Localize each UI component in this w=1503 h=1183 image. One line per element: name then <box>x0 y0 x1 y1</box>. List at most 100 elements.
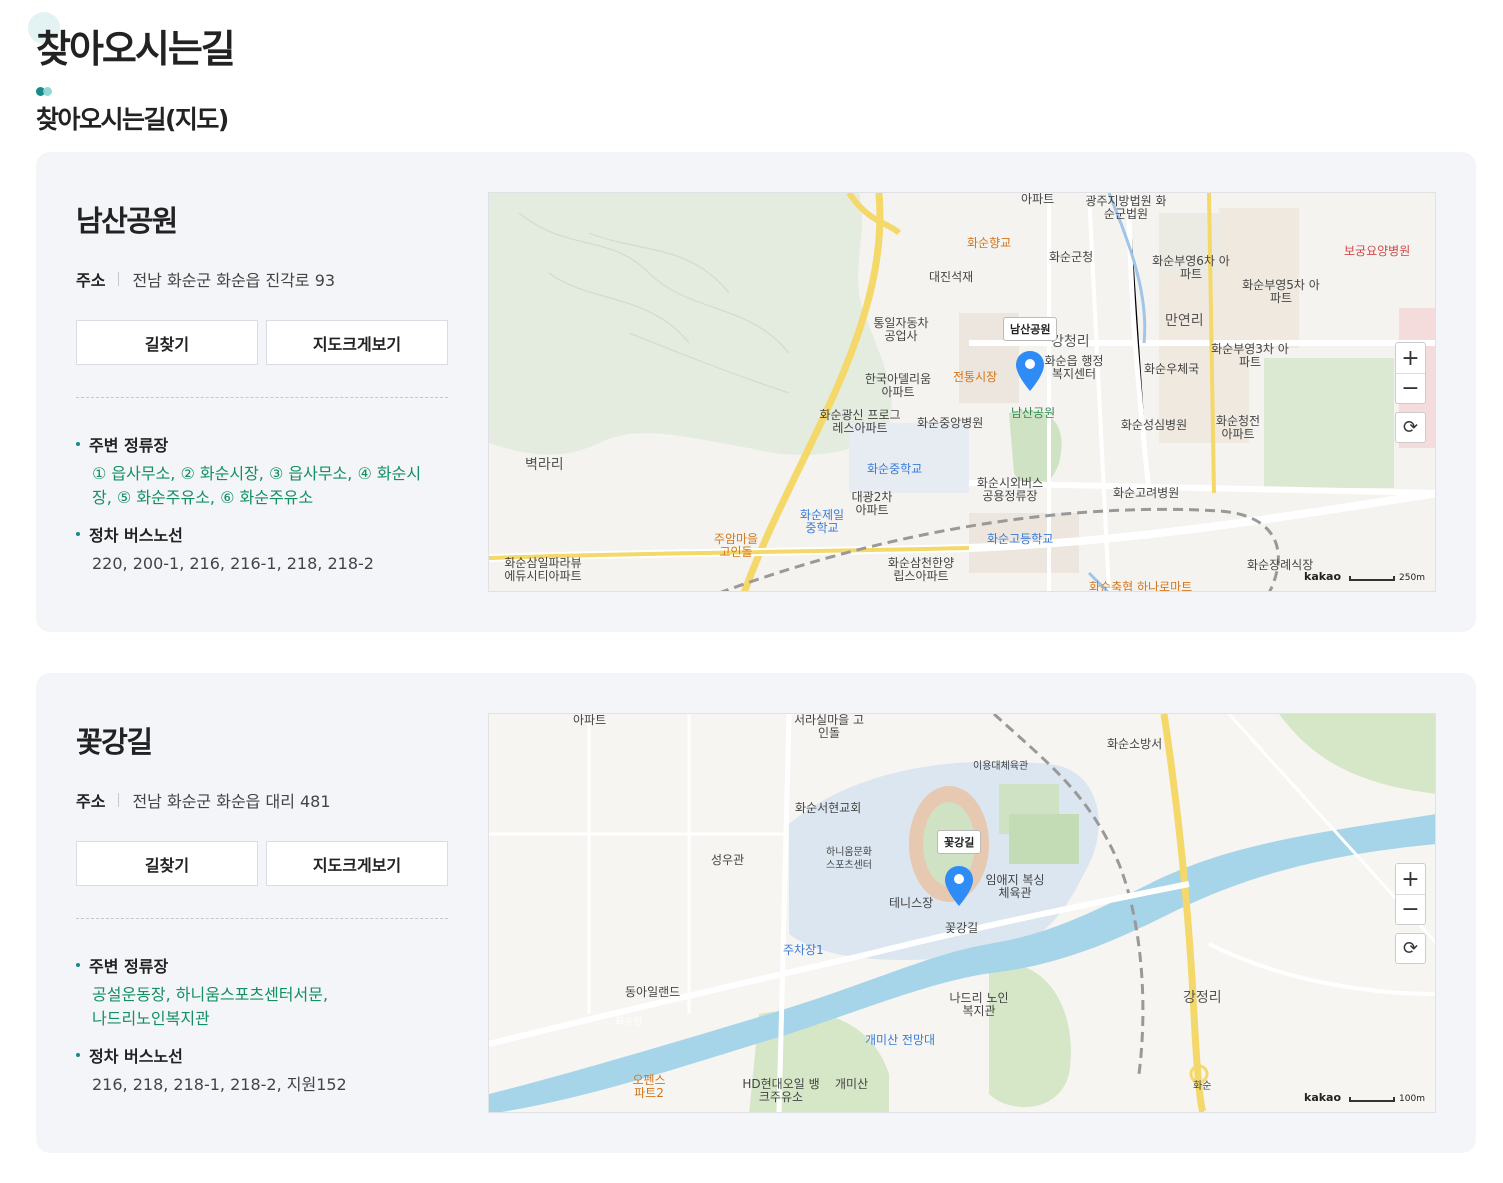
map-label: 화순우체국 <box>1144 362 1200 376</box>
transit-info: 주변 정류장 공설운동장, 하니움스포츠센터서문, 나드리노인복지관 정차 버스… <box>76 953 456 1097</box>
map-label: 화순고려병원 <box>1113 486 1180 500</box>
map-label: 아파트 <box>573 713 607 727</box>
map-background <box>489 193 1435 591</box>
map-kkotgang[interactable]: 서라실마을 고인돌 아파트 화순소방서 이용대체육관 화순서현교회 하니움문화 … <box>488 713 1436 1113</box>
map-label: HD현대오일 뱅크주유소 <box>742 1077 820 1104</box>
map-attribution: kakao 250m <box>1304 570 1425 583</box>
map-label: 화순 <box>1193 1081 1212 1092</box>
map-marker-label: 남산공원 <box>1003 317 1058 341</box>
map-label: 화순광신 프로그레스아파트 <box>819 408 901 435</box>
map-label: 한국아델리움 아파트 <box>864 372 932 399</box>
location-name: 꽃강길 <box>76 725 153 759</box>
map-label: 벽라리 <box>525 457 564 473</box>
map-label: 대진석재 <box>929 270 974 284</box>
map-label: 동아일랜드 <box>625 985 681 999</box>
view-large-map-button[interactable]: 지도크게보기 <box>266 841 448 886</box>
map-label: 화순성심병원 <box>1120 418 1188 432</box>
map-label: 꽃강길 <box>945 921 979 935</box>
address-label: 주소 <box>76 792 106 811</box>
zoom-control: + − <box>1395 342 1426 404</box>
map-label: 만연리 <box>1165 313 1204 329</box>
map-label: 화순중앙병원 <box>917 416 984 430</box>
map-label: 하니움문화 스포츠센터 <box>826 847 872 871</box>
map-label: 개미산 전망대 <box>865 1033 936 1047</box>
map-namsan[interactable]: 화순향교 화순군청 대진석재 통일자동차 공업사 광주지방법원 화순군법원 아파… <box>488 192 1436 592</box>
directions-button[interactable]: 길찾기 <box>76 320 258 365</box>
section-subtitle: 찾아오시는길(지도) <box>36 105 229 134</box>
address-row: 주소 전남 화순군 화순읍 진각로 93 <box>76 267 335 291</box>
zoom-out-button[interactable]: − <box>1396 373 1425 403</box>
map-label: 화순향교 <box>967 236 1012 250</box>
map-background <box>489 714 1435 1112</box>
address-row: 주소 전남 화순군 화순읍 대리 481 <box>76 788 331 812</box>
scale-bar <box>1349 1097 1396 1102</box>
map-label: 남산공원 <box>1011 406 1056 420</box>
map-label: 개미산 <box>835 1077 869 1091</box>
view-large-map-button[interactable]: 지도크게보기 <box>266 320 448 365</box>
bullet-icon <box>76 1053 80 1057</box>
kakao-logo: kakao <box>1304 1091 1342 1104</box>
map-label: 오펜스 파트2 <box>632 1073 666 1100</box>
routes-heading: 정차 버스노선 <box>76 522 456 546</box>
location-name: 남산공원 <box>76 204 178 238</box>
map-label: 화순시외버스 공용정류장 <box>976 476 1044 503</box>
map-label: 보궁요양병원 <box>1344 244 1411 258</box>
map-label: 화순서현교회 <box>795 801 862 815</box>
divider <box>76 918 448 919</box>
map-label: 화순고등학교 <box>987 532 1054 546</box>
transit-info: 주변 정류장 ① 읍사무소, ② 화순시장, ③ 읍사무소, ④ 화순시장, ⑤… <box>76 432 456 576</box>
routes-list: 220, 200-1, 216, 216-1, 218, 218-2 <box>92 554 374 573</box>
map-label: 대광2차 아파트 <box>851 490 893 517</box>
zoom-out-button[interactable]: − <box>1396 894 1425 924</box>
zoom-control: + − <box>1395 863 1426 925</box>
scale-value: 100m <box>1399 1094 1425 1104</box>
map-label: 화순제일 중학교 <box>799 508 845 535</box>
scale-value: 250m <box>1399 573 1425 583</box>
map-label: 주차장1 <box>783 943 824 957</box>
zoom-in-button[interactable]: + <box>1396 343 1425 373</box>
divider <box>76 397 448 398</box>
address-separator <box>118 272 120 286</box>
map-label: 광주지방법원 화순군법원 <box>1085 194 1167 221</box>
map-label: 전통시장 <box>953 370 998 384</box>
map-label: 이용대체육관 <box>973 761 1029 772</box>
kakao-logo: kakao <box>1304 570 1342 583</box>
map-label: 강정리 <box>1183 990 1222 1006</box>
map-marker-icon[interactable] <box>945 866 973 906</box>
address-separator <box>118 793 120 807</box>
map-label: 화순부영5차 아파트 <box>1242 278 1320 305</box>
map-label: 성우관 <box>711 853 745 867</box>
scale-bar <box>1349 576 1396 581</box>
subtitle-dots <box>36 87 54 96</box>
map-label: 화순천 <box>615 1017 643 1028</box>
map-label: 임애지 복싱 체육관 <box>985 873 1045 900</box>
map-attribution: kakao 100m <box>1304 1091 1425 1104</box>
address-value: 전남 화순군 화순읍 대리 481 <box>132 792 331 811</box>
stops-heading: 주변 정류장 <box>76 953 456 977</box>
address-value: 전남 화순군 화순읍 진각로 93 <box>132 271 336 290</box>
map-marker-icon[interactable] <box>1016 351 1044 391</box>
routes-list: 216, 218, 218-1, 218-2, 지원152 <box>92 1075 347 1094</box>
map-marker-label: 꽃강길 <box>937 830 982 854</box>
map-label: 아파트 <box>1021 192 1055 206</box>
map-label: 화순부영6차 아파트 <box>1152 254 1230 281</box>
map-label: 화순군청 <box>1049 250 1094 264</box>
map-label: 화순삼일파라뷰 에듀시티아파트 <box>504 556 582 583</box>
location-card-kkotgang: 꽃강길 주소 전남 화순군 화순읍 대리 481 길찾기 지도크게보기 주변 정… <box>36 673 1476 1153</box>
map-label: 서라실마을 고인돌 <box>793 713 865 740</box>
page-title: 찾아오시는길 <box>36 27 236 71</box>
routes-heading: 정차 버스노선 <box>76 1043 456 1067</box>
map-label: 화순중학교 <box>867 462 923 476</box>
zoom-in-button[interactable]: + <box>1396 864 1425 894</box>
refresh-button[interactable]: ⟳ <box>1395 933 1426 964</box>
map-label: 화순부영3차 아파트 <box>1211 342 1289 369</box>
stops-heading: 주변 정류장 <box>76 432 456 456</box>
location-card-namsan: 남산공원 주소 전남 화순군 화순읍 진각로 93 길찾기 지도크게보기 주변 … <box>36 152 1476 632</box>
directions-button[interactable]: 길찾기 <box>76 841 258 886</box>
map-label: 화순소방서 <box>1107 737 1163 751</box>
map-label: 통일자동차 공업사 <box>873 316 929 343</box>
bullet-icon <box>76 532 80 536</box>
bullet-icon <box>76 963 80 967</box>
stops-list: 공설운동장, 하니움스포츠센터서문, 나드리노인복지관 <box>92 985 329 1028</box>
refresh-button[interactable]: ⟳ <box>1395 412 1426 443</box>
